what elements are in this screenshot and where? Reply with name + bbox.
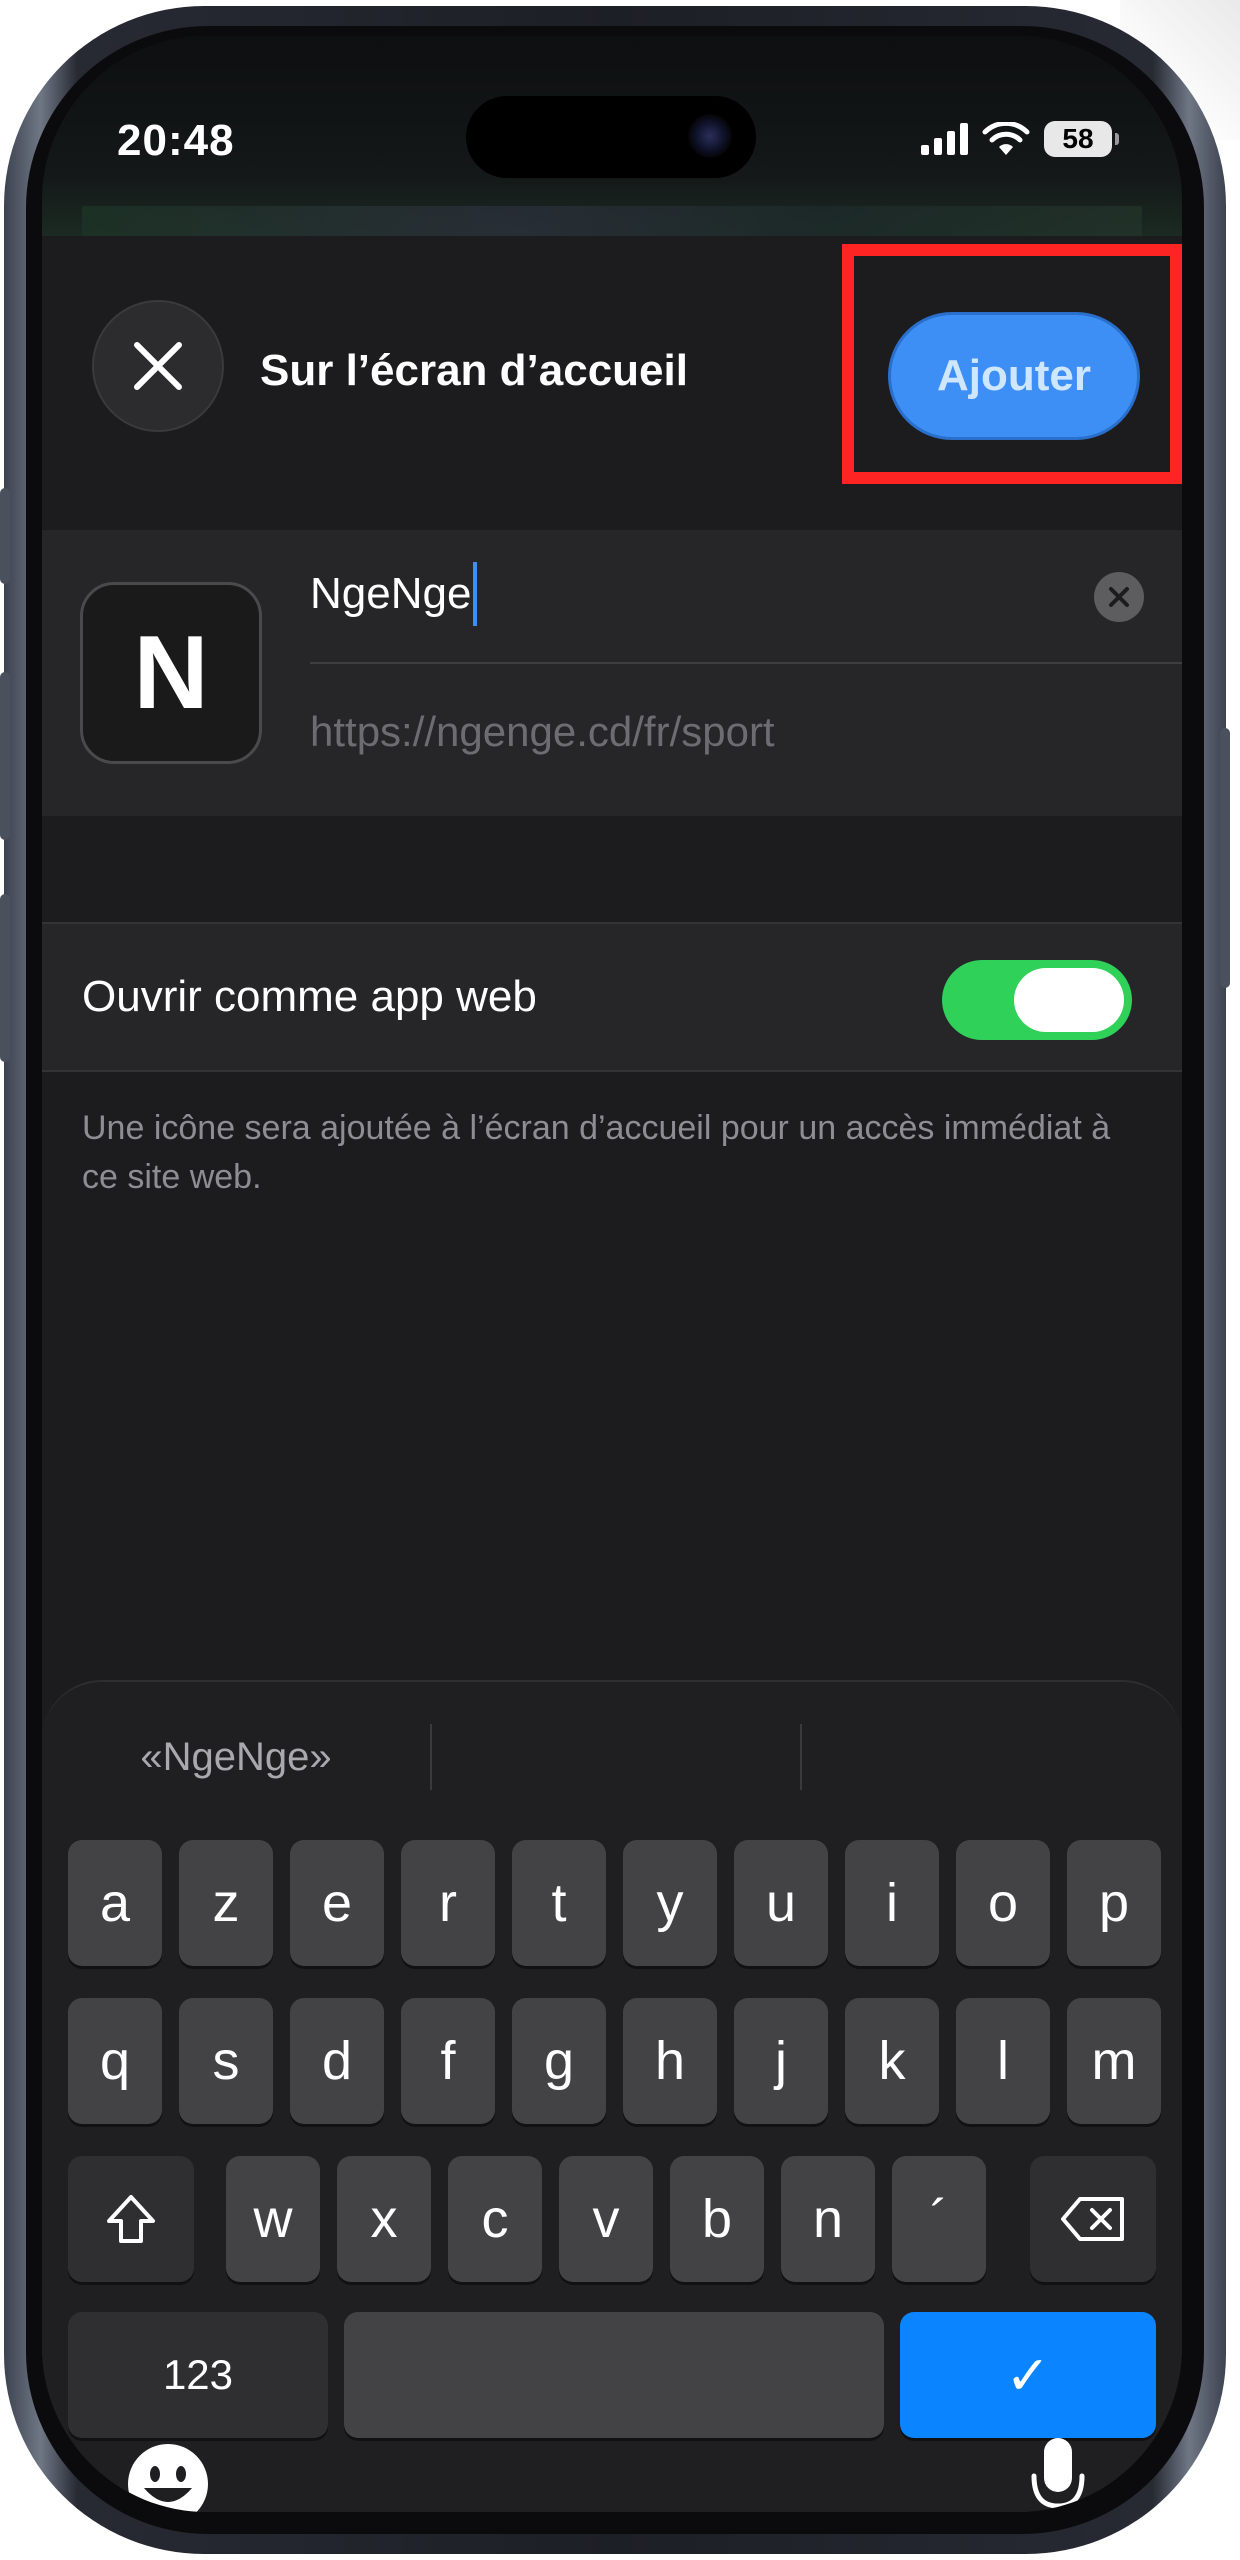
footnote-text: Une icône sera ajoutée à l’écran d’accue…: [82, 1109, 1111, 1196]
app-icon-letter: N: [133, 614, 209, 731]
text-caret: [473, 562, 478, 626]
delete-key[interactable]: [1030, 2156, 1156, 2282]
key-r[interactable]: r: [401, 1840, 495, 1966]
key-j[interactable]: j: [734, 1998, 828, 2124]
key-a[interactable]: a: [68, 1840, 162, 1966]
shift-icon: [107, 2195, 155, 2243]
web-app-label: Ouvrir comme app web: [82, 972, 537, 1021]
key-d[interactable]: d: [290, 1998, 384, 2124]
space-key[interactable]: [344, 2312, 884, 2438]
close-button[interactable]: [92, 300, 224, 432]
bookmark-info-card: N NgeNge https://ngenge.cd/fr/sport: [42, 530, 1182, 816]
key-i[interactable]: i: [845, 1840, 939, 1966]
key-b[interactable]: b: [670, 2156, 764, 2282]
clear-text-button[interactable]: [1094, 572, 1144, 622]
name-input[interactable]: NgeNge: [310, 558, 1092, 630]
name-input-value: NgeNge: [310, 569, 472, 618]
key-m[interactable]: m: [1067, 1998, 1161, 2124]
phone-screen: 20:48 58 Sur l’écran d’accueil Ajouter N…: [42, 36, 1182, 2512]
key-y[interactable]: y: [623, 1840, 717, 1966]
field-separator: [310, 662, 1182, 664]
suggestion-1[interactable]: «NgeNge»: [42, 1682, 430, 1832]
key-w[interactable]: w: [226, 2156, 320, 2282]
toggle-knob: [1014, 968, 1124, 1032]
battery-icon: 58: [1044, 121, 1119, 157]
url-text: https://ngenge.cd/fr/sport: [310, 708, 775, 755]
key-n[interactable]: n: [781, 2156, 875, 2282]
power-button: [1220, 728, 1230, 988]
key-v[interactable]: v: [559, 2156, 653, 2282]
status-time: 20:48: [117, 116, 235, 165]
key-x[interactable]: x: [337, 2156, 431, 2282]
key-c[interactable]: c: [448, 2156, 542, 2282]
key-acute[interactable]: ´: [892, 2156, 986, 2282]
volume-up-button: [0, 672, 10, 840]
app-icon-preview[interactable]: N: [80, 582, 262, 764]
status-icons: 58: [921, 116, 1119, 162]
key-z[interactable]: z: [179, 1840, 273, 1966]
add-to-home-sheet: Sur l’écran d’accueil Ajouter N NgeNge h…: [42, 236, 1182, 2512]
key-q[interactable]: q: [68, 1998, 162, 2124]
add-button[interactable]: Ajouter: [888, 312, 1140, 440]
shift-key[interactable]: [68, 2156, 194, 2282]
key-p[interactable]: p: [1067, 1840, 1161, 1966]
key-t[interactable]: t: [512, 1840, 606, 1966]
suggestion-3[interactable]: [802, 1682, 1182, 1832]
battery-level: 58: [1062, 123, 1094, 154]
action-button: [0, 488, 10, 584]
close-icon: [134, 342, 182, 390]
wifi-icon: [982, 122, 1030, 155]
camera-icon: [688, 114, 732, 158]
key-o[interactable]: o: [956, 1840, 1050, 1966]
cellular-signal-icon: [921, 123, 968, 155]
keyboard: «NgeNge» azertyuiop qsdfghjklm w x c v b n ´ 1…: [42, 1680, 1182, 2512]
web-app-row: Ouvrir comme app web: [42, 922, 1182, 1072]
key-l[interactable]: l: [956, 1998, 1050, 2124]
key-u[interactable]: u: [734, 1840, 828, 1966]
volume-down-button: [0, 894, 10, 1062]
delete-icon: [1061, 2197, 1124, 2241]
numbers-key[interactable]: 123: [68, 2312, 328, 2438]
key-f[interactable]: f: [401, 1998, 495, 2124]
key-g[interactable]: g: [512, 1998, 606, 2124]
emoji-icon[interactable]: [126, 2442, 210, 2512]
confirm-key[interactable]: ✓: [900, 2312, 1156, 2438]
status-bar: 20:48 58: [42, 36, 1182, 236]
microphone-icon[interactable]: [1028, 2434, 1088, 2512]
web-app-toggle[interactable]: [942, 960, 1132, 1040]
clear-icon: [1109, 587, 1129, 607]
sheet-title: Sur l’écran d’accueil: [260, 346, 688, 395]
key-e[interactable]: e: [290, 1840, 384, 1966]
key-h[interactable]: h: [623, 1998, 717, 2124]
key-k[interactable]: k: [845, 1998, 939, 2124]
key-s[interactable]: s: [179, 1998, 273, 2124]
suggestion-2[interactable]: [432, 1682, 800, 1832]
